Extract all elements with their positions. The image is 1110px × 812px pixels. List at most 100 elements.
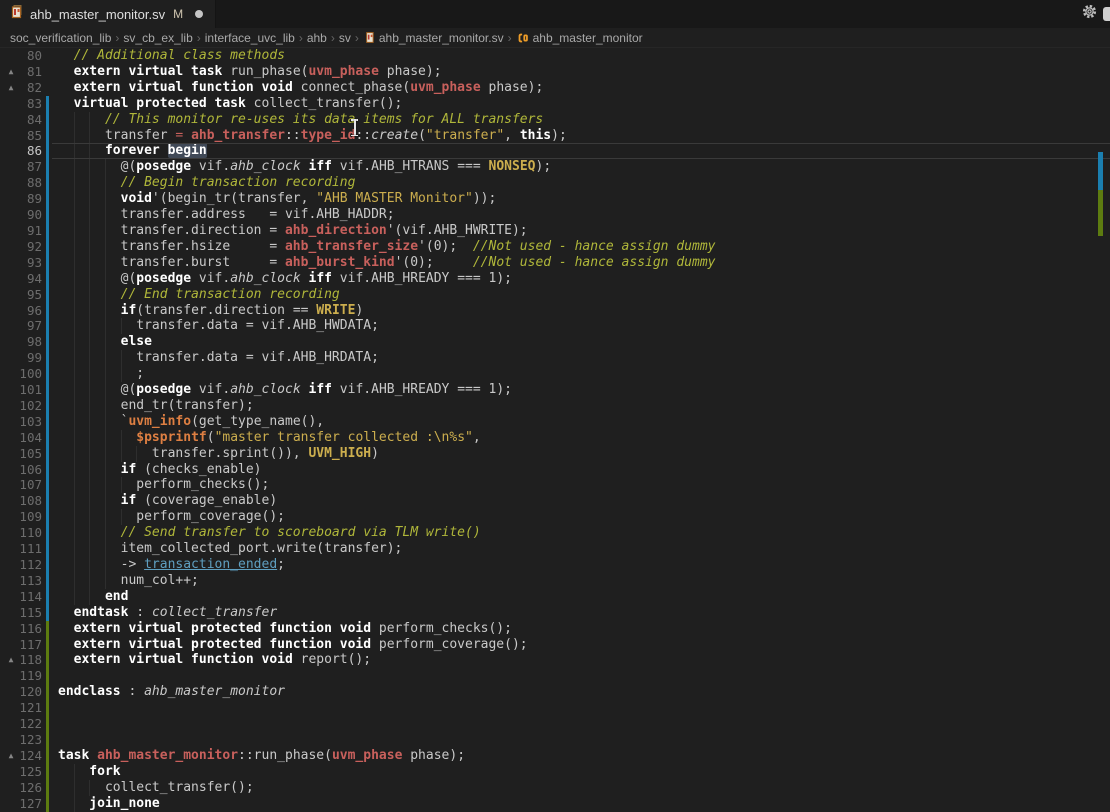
code-editor[interactable]: 80 // Additional class methods▲81 extern…	[0, 48, 1110, 812]
line-number[interactable]: 114	[0, 589, 42, 605]
code-line[interactable]: 101 @(posedge vif.ahb_clock iff vif.AHB_…	[0, 382, 1110, 398]
line-number[interactable]: 93	[0, 255, 42, 271]
code-line[interactable]: 113 num_col++;	[0, 573, 1110, 589]
code-line[interactable]: 93 transfer.burst = ahb_burst_kind'(0); …	[0, 255, 1110, 271]
line-number[interactable]: 115	[0, 605, 42, 621]
code-line[interactable]: ▲118 extern virtual function void report…	[0, 652, 1110, 668]
code-line[interactable]: 99 transfer.data = vif.AHB_HRDATA;	[0, 350, 1110, 366]
code-line[interactable]: 108 if (coverage_enable)	[0, 493, 1110, 509]
code-line[interactable]: 116 extern virtual protected function vo…	[0, 621, 1110, 637]
code-line[interactable]: 102 end_tr(transfer);	[0, 398, 1110, 414]
breadcrumb-item-soc_verification_lib[interactable]: soc_verification_lib	[10, 31, 111, 45]
line-number[interactable]: 127	[0, 796, 42, 812]
line-number[interactable]: 108	[0, 493, 42, 509]
code-line[interactable]: 105 transfer.sprint()), UVM_HIGH)	[0, 446, 1110, 462]
code-line[interactable]: 94 @(posedge vif.ahb_clock iff vif.AHB_H…	[0, 271, 1110, 287]
line-number[interactable]: 106	[0, 462, 42, 478]
line-number[interactable]: 113	[0, 573, 42, 589]
line-number[interactable]: 125	[0, 764, 42, 780]
line-number[interactable]: 89	[0, 191, 42, 207]
line-number[interactable]: 116	[0, 621, 42, 637]
code-line[interactable]: 122	[0, 716, 1110, 732]
line-number[interactable]: 118	[0, 652, 42, 668]
code-line[interactable]: 114 end	[0, 589, 1110, 605]
line-number[interactable]: 80	[0, 48, 42, 64]
line-number[interactable]: 107	[0, 477, 42, 493]
line-number[interactable]: 82	[0, 80, 42, 96]
code-line[interactable]: 86 forever begin	[0, 143, 1110, 159]
code-line[interactable]: ▲124task ahb_master_monitor::run_phase(u…	[0, 748, 1110, 764]
line-number[interactable]: 95	[0, 287, 42, 303]
line-number[interactable]: 117	[0, 637, 42, 653]
line-number[interactable]: 86	[0, 143, 42, 159]
line-number[interactable]: 104	[0, 430, 42, 446]
code-line[interactable]: 104 $psprintf("master transfer collected…	[0, 430, 1110, 446]
breadcrumb-item-sv_cb_ex_lib[interactable]: sv_cb_ex_lib	[123, 31, 192, 45]
code-line[interactable]: 85 transfer = ahb_transfer::type_id::cre…	[0, 128, 1110, 144]
line-number[interactable]: 103	[0, 414, 42, 430]
code-line[interactable]: 87 @(posedge vif.ahb_clock iff vif.AHB_H…	[0, 159, 1110, 175]
gear-icon[interactable]	[1081, 3, 1098, 25]
code-line[interactable]: 95 // End transaction recording	[0, 287, 1110, 303]
code-line[interactable]: 127 join_none	[0, 796, 1110, 812]
modified-dot-icon[interactable]	[195, 10, 203, 18]
code-line[interactable]: 125 fork	[0, 764, 1110, 780]
line-number[interactable]: 98	[0, 334, 42, 350]
code-line[interactable]: 120endclass : ahb_master_monitor	[0, 684, 1110, 700]
line-number[interactable]: 105	[0, 446, 42, 462]
code-line[interactable]: 110 // Send transfer to scoreboard via T…	[0, 525, 1110, 541]
line-number[interactable]: 90	[0, 207, 42, 223]
code-line[interactable]: 103 `uvm_info(get_type_name(),	[0, 414, 1110, 430]
code-line[interactable]: 112 -> transaction_ended;	[0, 557, 1110, 573]
code-line[interactable]: 84 // This monitor re-uses its data item…	[0, 112, 1110, 128]
tab-ahb-master-monitor[interactable]: ahb_master_monitor.sv M	[0, 0, 216, 28]
code-line[interactable]: 100 ;	[0, 366, 1110, 382]
code-line[interactable]: ▲81 extern virtual task run_phase(uvm_ph…	[0, 64, 1110, 80]
breadcrumb-item-sv[interactable]: sv	[339, 31, 351, 45]
code-line[interactable]: 107 perform_checks();	[0, 477, 1110, 493]
breadcrumb-item-ahb_master_monitor[interactable]: ahb_master_monitor	[516, 31, 643, 45]
code-line[interactable]: 117 extern virtual protected function vo…	[0, 637, 1110, 653]
line-number[interactable]: 124	[0, 748, 42, 764]
line-number[interactable]: 119	[0, 668, 42, 684]
line-number[interactable]: 120	[0, 684, 42, 700]
code-line[interactable]: 98 else	[0, 334, 1110, 350]
overview-ruler[interactable]	[1096, 48, 1110, 812]
line-number[interactable]: 81	[0, 64, 42, 80]
code-line[interactable]: 91 transfer.direction = ahb_direction'(v…	[0, 223, 1110, 239]
line-number[interactable]: 88	[0, 175, 42, 191]
code-line[interactable]: 96 if(transfer.direction == WRITE)	[0, 303, 1110, 319]
code-line[interactable]: 123	[0, 732, 1110, 748]
code-line[interactable]: 89 void'(begin_tr(transfer, "AHB MASTER …	[0, 191, 1110, 207]
code-line[interactable]: 111 item_collected_port.write(transfer);	[0, 541, 1110, 557]
code-line[interactable]: 97 transfer.data = vif.AHB_HWDATA;	[0, 318, 1110, 334]
line-number[interactable]: 96	[0, 303, 42, 319]
line-number[interactable]: 85	[0, 128, 42, 144]
line-number[interactable]: 109	[0, 509, 42, 525]
line-number[interactable]: 100	[0, 366, 42, 382]
line-number[interactable]: 97	[0, 318, 42, 334]
breadcrumb-item-ahb[interactable]: ahb	[307, 31, 327, 45]
line-number[interactable]: 92	[0, 239, 42, 255]
line-number[interactable]: 126	[0, 780, 42, 796]
code-line[interactable]: 88 // Begin transaction recording	[0, 175, 1110, 191]
line-number[interactable]: 83	[0, 96, 42, 112]
code-line[interactable]: 119	[0, 668, 1110, 684]
line-number[interactable]: 91	[0, 223, 42, 239]
breadcrumb-item-interface_uvc_lib[interactable]: interface_uvc_lib	[205, 31, 295, 45]
code-line[interactable]: ▲82 extern virtual function void connect…	[0, 80, 1110, 96]
code-line[interactable]: 90 transfer.address = vif.AHB_HADDR;	[0, 207, 1110, 223]
code-line[interactable]: 83 virtual protected task collect_transf…	[0, 96, 1110, 112]
line-number[interactable]: 122	[0, 716, 42, 732]
line-number[interactable]: 123	[0, 732, 42, 748]
line-number[interactable]: 112	[0, 557, 42, 573]
line-number[interactable]: 121	[0, 700, 42, 716]
line-number[interactable]: 101	[0, 382, 42, 398]
line-number[interactable]: 102	[0, 398, 42, 414]
line-number[interactable]: 110	[0, 525, 42, 541]
code-line[interactable]: 106 if (checks_enable)	[0, 462, 1110, 478]
line-number[interactable]: 87	[0, 159, 42, 175]
code-line[interactable]: 121	[0, 700, 1110, 716]
line-number[interactable]: 111	[0, 541, 42, 557]
code-line[interactable]: 92 transfer.hsize = ahb_transfer_size'(0…	[0, 239, 1110, 255]
